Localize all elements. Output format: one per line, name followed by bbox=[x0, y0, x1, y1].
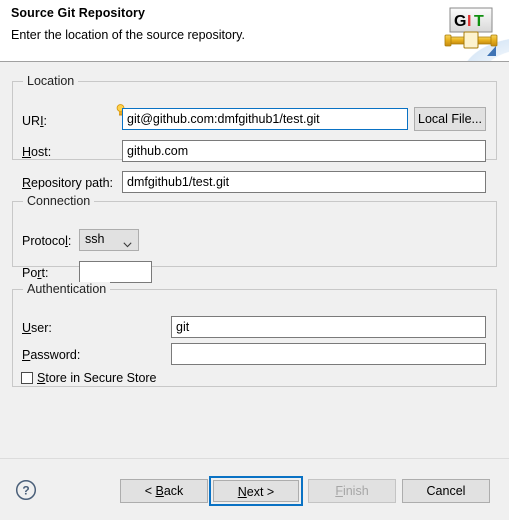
svg-text:I: I bbox=[467, 13, 471, 30]
help-icon[interactable]: ? bbox=[15, 479, 37, 501]
password-input[interactable] bbox=[171, 343, 486, 365]
port-input[interactable] bbox=[79, 261, 152, 283]
uri-input[interactable] bbox=[122, 108, 408, 130]
repository-path-input[interactable] bbox=[122, 171, 486, 193]
host-input[interactable] bbox=[122, 140, 486, 162]
store-in-secure-store-label: Store in Secure Store bbox=[37, 371, 157, 385]
back-button[interactable]: < Back bbox=[120, 479, 208, 503]
checkbox-box-icon[interactable] bbox=[21, 372, 33, 384]
svg-text:?: ? bbox=[22, 484, 29, 498]
connection-group-title: Connection bbox=[23, 194, 95, 208]
uri-label: URI: bbox=[22, 114, 48, 128]
dialog-header: Source Git Repository Enter the location… bbox=[0, 0, 509, 62]
protocol-selected-value: ssh bbox=[85, 232, 105, 246]
user-label: User: bbox=[22, 321, 52, 335]
local-file-button[interactable]: Local File... bbox=[414, 107, 486, 131]
git-logo: G I T bbox=[443, 6, 501, 58]
page-description: Enter the location of the source reposit… bbox=[11, 28, 245, 42]
finish-button: Finish bbox=[308, 479, 396, 503]
svg-text:T: T bbox=[474, 13, 484, 30]
page-title: Source Git Repository bbox=[11, 6, 146, 20]
next-button[interactable]: Next > bbox=[213, 480, 299, 502]
next-button-focus-ring: Next > bbox=[209, 476, 303, 506]
dialog-content: Location URI: Local File... Host: Reposi… bbox=[0, 63, 509, 458]
svg-text:G: G bbox=[454, 13, 466, 30]
user-input[interactable] bbox=[171, 316, 486, 338]
protocol-select[interactable]: ssh bbox=[79, 229, 139, 251]
password-label: Password: bbox=[22, 348, 81, 362]
host-label: Host: bbox=[22, 145, 52, 159]
chevron-down-icon bbox=[123, 237, 132, 248]
port-label: Port: bbox=[22, 266, 49, 280]
protocol-label: Protocol: bbox=[22, 234, 72, 248]
location-group-title: Location bbox=[23, 74, 79, 88]
store-in-secure-store-checkbox[interactable]: Store in Secure Store bbox=[21, 371, 157, 385]
authentication-group-title: Authentication bbox=[23, 282, 111, 296]
repository-path-label: Repository path: bbox=[22, 176, 114, 190]
cancel-button[interactable]: Cancel bbox=[402, 479, 490, 503]
